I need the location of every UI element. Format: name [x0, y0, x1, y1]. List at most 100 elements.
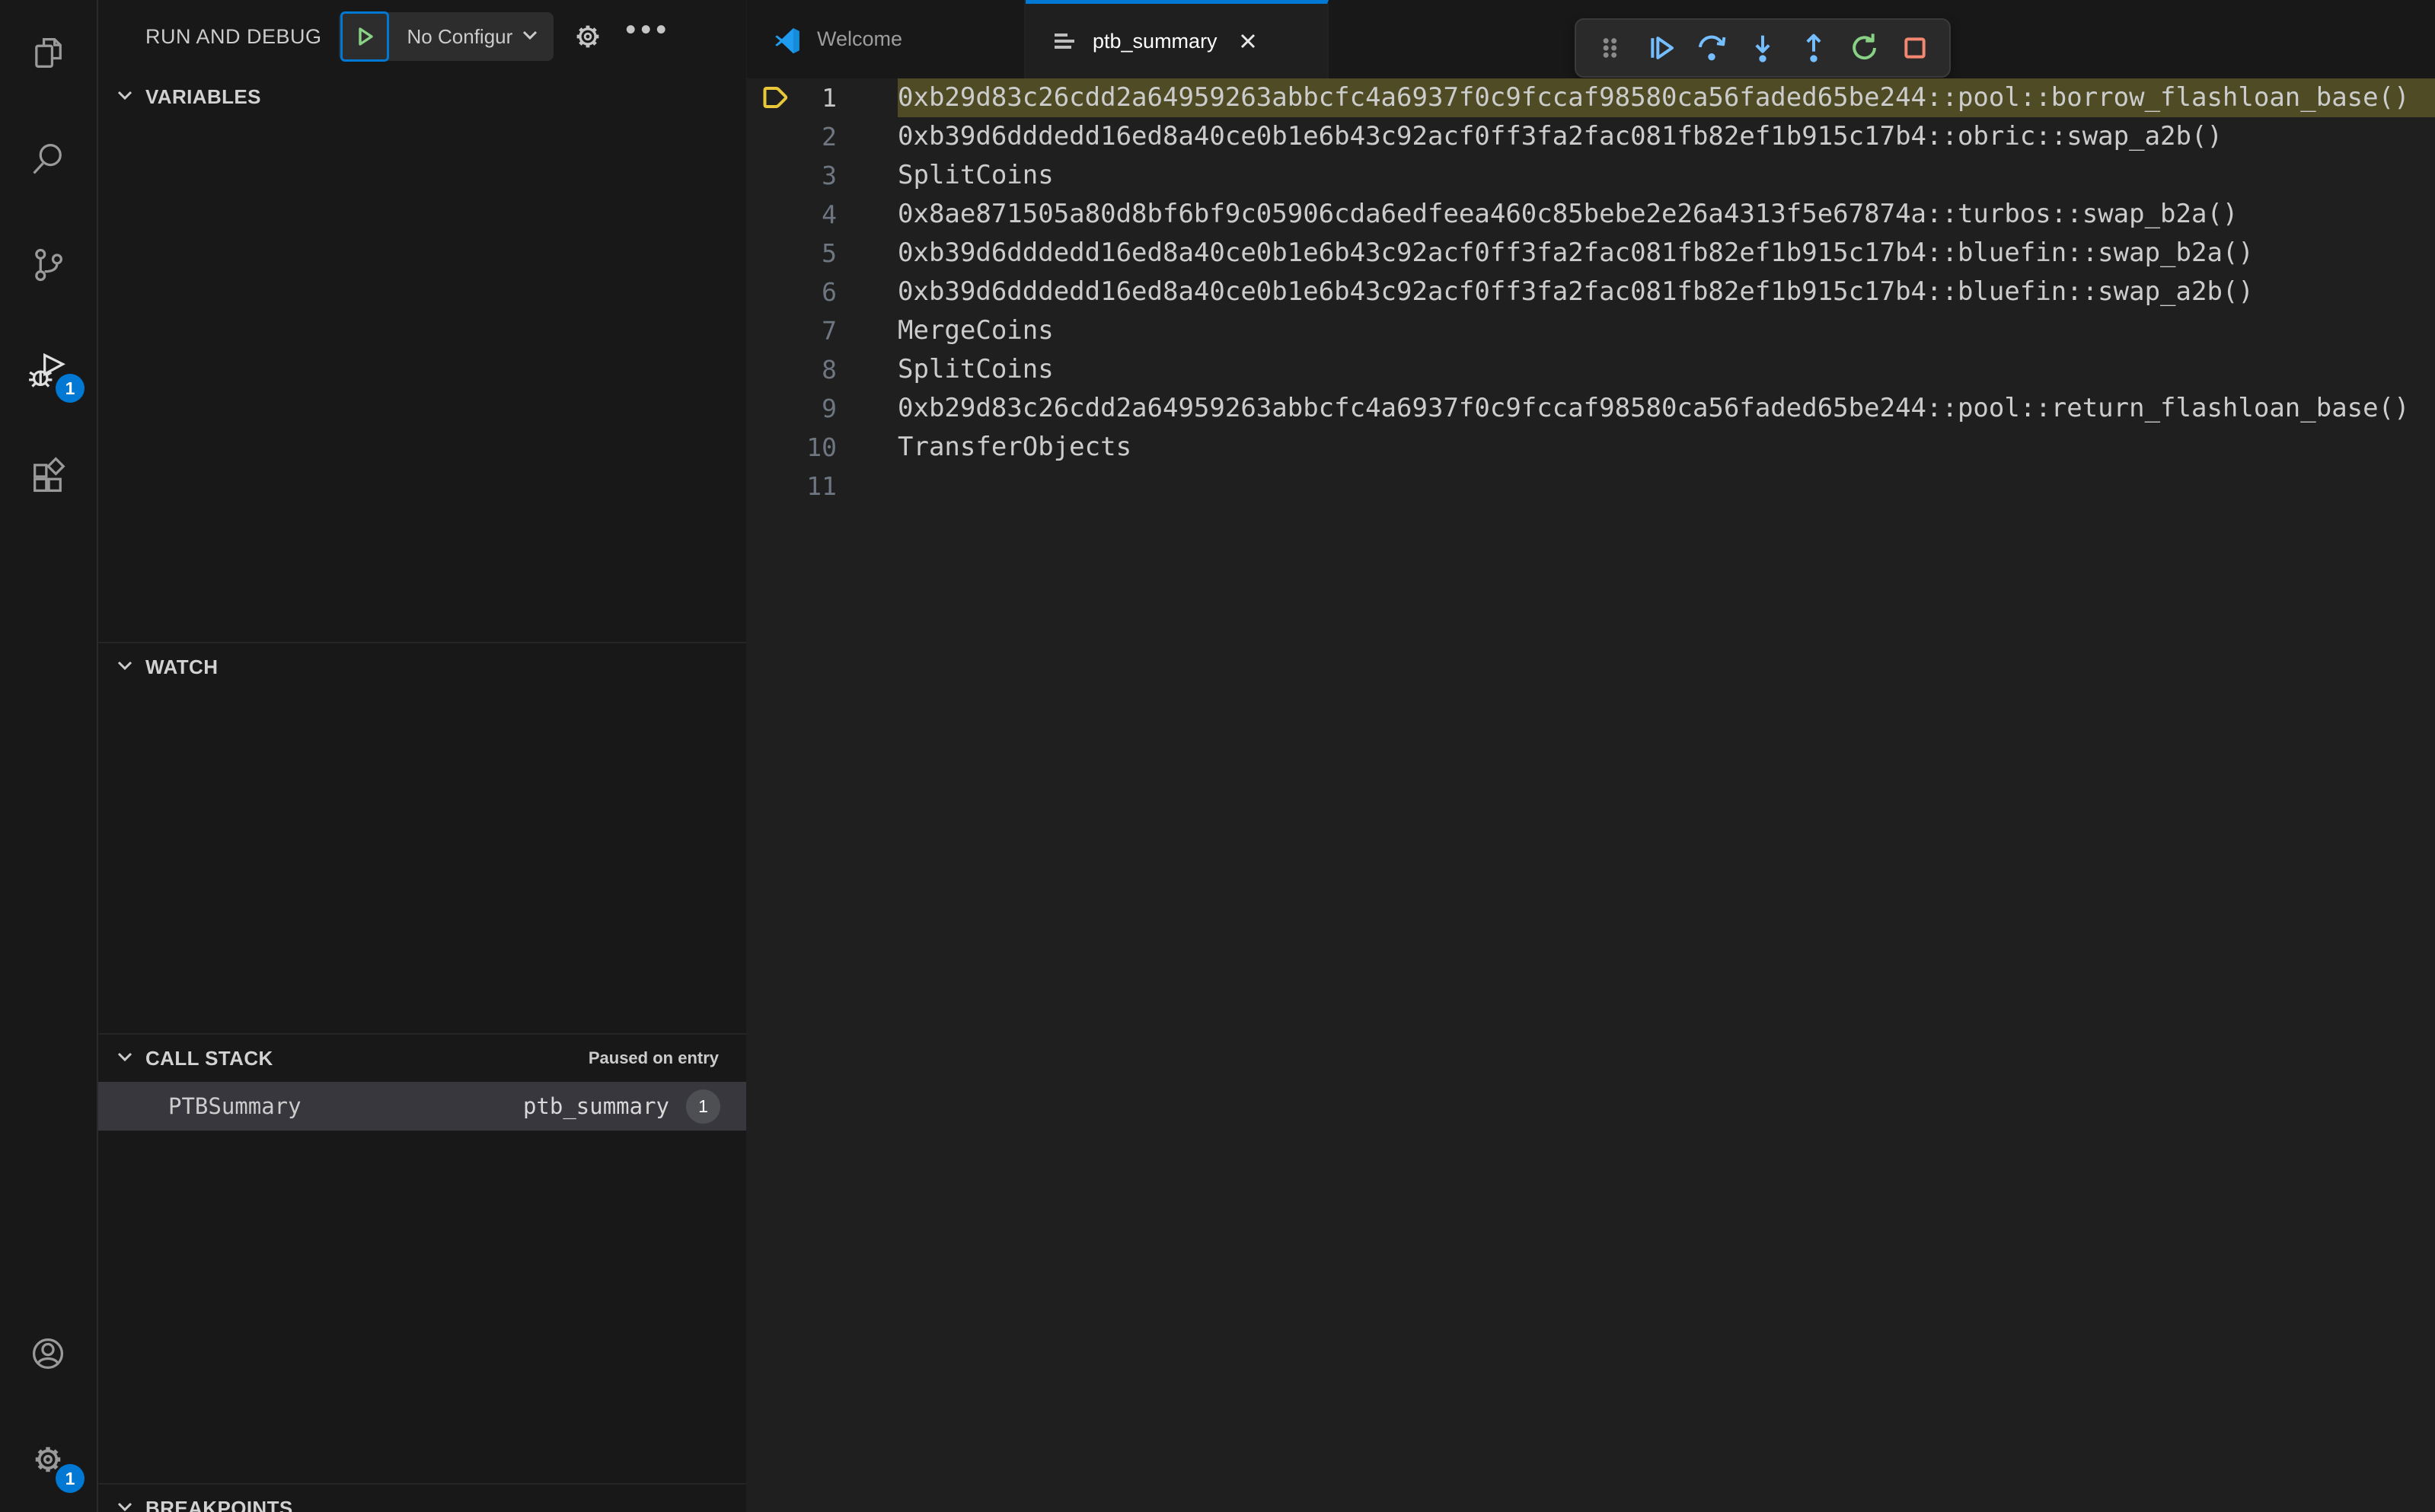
activity-bar: 1 1 [0, 0, 98, 1512]
sidebar-title: RUN AND DEBUG [145, 24, 322, 48]
source-control-icon [34, 248, 62, 281]
line-number: 5 [822, 238, 837, 268]
line-number: 1 [822, 83, 837, 113]
search-icon [32, 143, 62, 174]
breakpoints-section-header[interactable]: BREAKPOINTS [98, 1485, 746, 1512]
activity-settings[interactable]: 1 [0, 1406, 95, 1512]
restart-button[interactable] [1848, 32, 1880, 64]
stop-button[interactable] [1899, 32, 1931, 64]
activity-search[interactable] [0, 106, 95, 212]
step-out-button[interactable] [1798, 32, 1830, 64]
paused-status: Paused on entry [588, 1048, 719, 1067]
line-text[interactable]: TransferObjects [898, 428, 2435, 467]
code-line-3[interactable]: 3 SplitCoins [747, 156, 2435, 195]
watch-section-header[interactable]: WATCH [98, 643, 746, 691]
glyph-margin[interactable] [747, 195, 793, 234]
editor-area: Welcome ptb_summary 1 0xb29d83c26cdd2a64… [747, 0, 2435, 1512]
code-line-4[interactable]: 4 0x8ae871505a80d8bf6bf9c05906cda6edfeea4… [747, 195, 2435, 234]
line-text[interactable]: SplitCoins [898, 350, 2435, 389]
call-stack-section-header[interactable]: CALL STACK Paused on entry [98, 1035, 746, 1082]
activity-extensions[interactable] [0, 423, 95, 529]
debug-toolbar [1575, 18, 1951, 78]
line-text[interactable]: MergeCoins [898, 311, 2435, 350]
breakpoints-label: BREAKPOINTS [145, 1496, 293, 1512]
line-number: 7 [822, 316, 837, 346]
step-over-button[interactable] [1696, 32, 1728, 64]
files-icon [34, 37, 62, 68]
glyph-margin[interactable] [747, 350, 793, 389]
config-dropdown-value: No Configur [407, 24, 513, 48]
activity-source-control[interactable] [0, 212, 95, 317]
glyph-margin[interactable] [747, 311, 793, 350]
chevron-down-icon [113, 1495, 136, 1512]
code-line-9[interactable]: 9 0xb29d83c26cdd2a64959263abbcfc4a6937f0c… [747, 389, 2435, 428]
line-text[interactable]: 0xb39d6dddedd16ed8a40ce0b1e6b43c92acf0ff… [898, 273, 2435, 311]
debug-settings-gear-button[interactable] [570, 19, 605, 54]
line-text[interactable] [898, 467, 2435, 506]
line-number: 3 [822, 161, 837, 190]
chevron-down-icon [113, 654, 136, 681]
activity-run-and-debug[interactable]: 1 [0, 317, 95, 423]
close-tab-icon[interactable] [1237, 30, 1259, 52]
code-line-10[interactable]: 10 TransferObjects [747, 428, 2435, 467]
chevron-down-icon [520, 25, 554, 49]
activity-account[interactable] [0, 1300, 95, 1406]
glyph-margin[interactable] [747, 428, 793, 467]
glyph-margin[interactable] [747, 156, 793, 195]
tab-welcome[interactable]: Welcome [747, 0, 1026, 78]
sidebar-header: RUN AND DEBUG No Configur ••• [98, 0, 746, 73]
glyph-margin[interactable] [747, 273, 793, 311]
more-actions-button[interactable]: ••• [625, 14, 671, 51]
overview-ruler-mark [2424, 80, 2435, 89]
launch-config-dropdown[interactable]: No Configur [338, 11, 554, 62]
line-number: 9 [822, 394, 837, 423]
line-text[interactable]: SplitCoins [898, 156, 2435, 195]
continue-button[interactable] [1645, 32, 1677, 64]
extensions-icon [33, 456, 65, 492]
code-line-8[interactable]: 8 SplitCoins [747, 350, 2435, 389]
breakpoints-section: BREAKPOINTS [98, 1483, 746, 1512]
watch-label: WATCH [145, 655, 219, 678]
code-line-7[interactable]: 7 MergeCoins [747, 311, 2435, 350]
vscode-window: 1 1 RUN AND DEBUG No Configur ••• VARIAB… [0, 0, 2435, 1512]
tab-welcome-label: Welcome [817, 27, 903, 50]
glyph-margin[interactable] [747, 467, 793, 506]
line-text[interactable]: 0x8ae871505a80d8bf6bf9c05906cda6edfeea46… [898, 195, 2435, 234]
activity-explorer[interactable] [0, 0, 95, 106]
glyph-margin[interactable] [747, 389, 793, 428]
line-text[interactable]: 0xb39d6dddedd16ed8a40ce0b1e6b43c92acf0ff… [898, 234, 2435, 273]
chevron-down-icon [113, 1045, 136, 1072]
step-into-button[interactable] [1747, 32, 1779, 64]
stack-frame-row[interactable]: PTBSummary ptb_summary 1 [98, 1082, 746, 1131]
frame-source: ptb_summary [522, 1093, 669, 1119]
line-text[interactable]: 0xb29d83c26cdd2a64959263abbcfc4a6937f0c9… [898, 78, 2435, 117]
toolbar-drag-handle[interactable] [1594, 32, 1626, 64]
code-line-2[interactable]: 2 0xb39d6dddedd16ed8a40ce0b1e6b43c92acf0f… [747, 117, 2435, 156]
code-line-5[interactable]: 5 0xb39d6dddedd16ed8a40ce0b1e6b43c92acf0f… [747, 234, 2435, 273]
start-debugging-button[interactable] [340, 11, 389, 62]
line-number: 4 [822, 199, 837, 229]
play-icon [358, 27, 373, 46]
tab-ptb-summary-label: ptb_summary [1093, 29, 1218, 53]
vscode-logo-icon [773, 25, 802, 54]
debug-badge: 1 [56, 374, 85, 403]
code-line-1[interactable]: 1 0xb29d83c26cdd2a64959263abbcfc4a6937f0c… [747, 78, 2435, 117]
line-text[interactable]: 0xb39d6dddedd16ed8a40ce0b1e6b43c92acf0ff… [898, 117, 2435, 156]
current-position-arrow-icon [763, 87, 788, 108]
list-file-icon [1052, 28, 1077, 54]
variables-label: VARIABLES [145, 85, 261, 108]
glyph-margin[interactable] [747, 234, 793, 273]
chevron-down-icon [113, 84, 136, 110]
variables-section-header[interactable]: VARIABLES [98, 73, 746, 120]
code-line-11[interactable]: 11 [747, 467, 2435, 506]
line-number: 2 [822, 122, 837, 152]
glyph-margin[interactable] [747, 78, 793, 117]
line-text[interactable]: 0xb29d83c26cdd2a64959263abbcfc4a6937f0c9… [898, 389, 2435, 428]
frame-name: PTBSummary [168, 1093, 302, 1119]
tab-ptb-summary[interactable]: ptb_summary [1026, 0, 1329, 78]
line-number: 11 [806, 471, 837, 501]
glyph-margin[interactable] [747, 117, 793, 156]
code-line-6[interactable]: 6 0xb39d6dddedd16ed8a40ce0b1e6b43c92acf0f… [747, 273, 2435, 311]
line-number: 10 [806, 432, 837, 462]
watch-section: WATCH [98, 642, 746, 1033]
